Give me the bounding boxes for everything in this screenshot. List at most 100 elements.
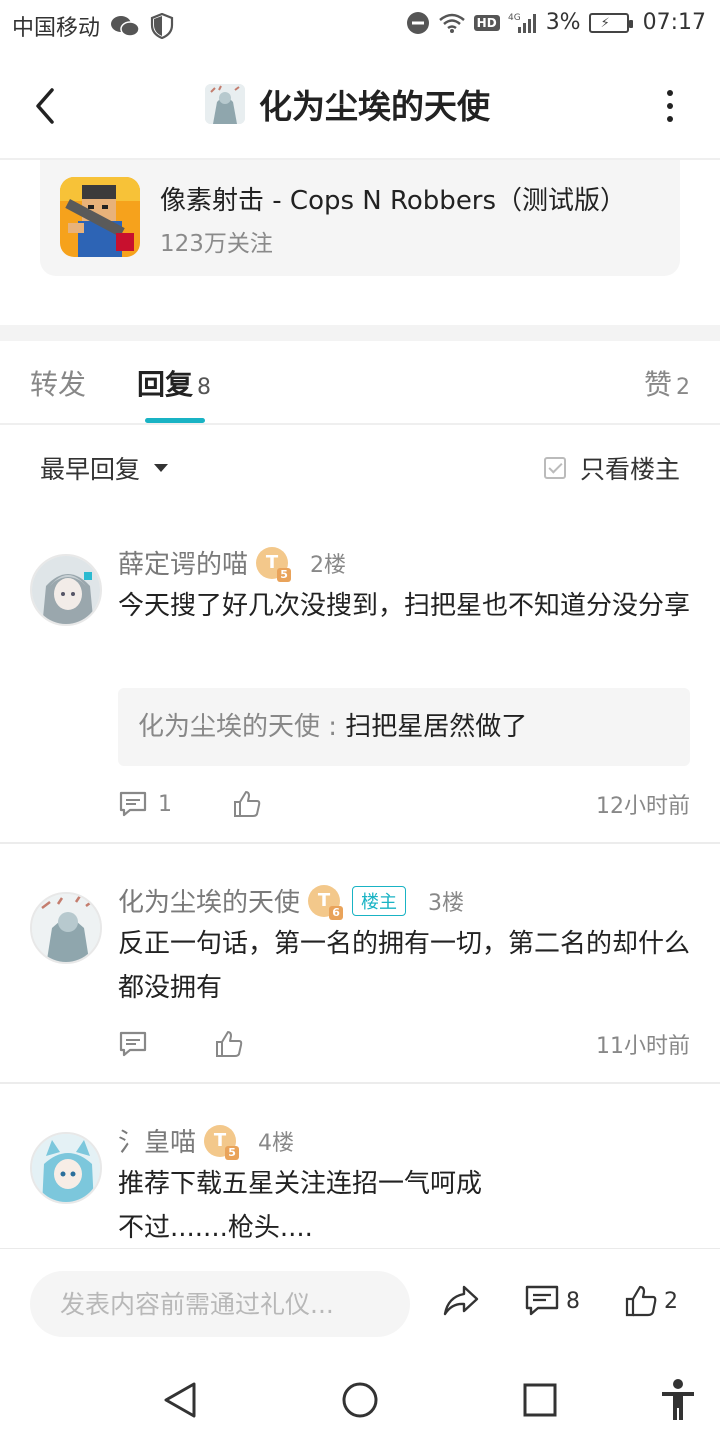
username[interactable]: 化为尘埃的天使 <box>118 882 300 919</box>
comment-item: 化为尘埃的天使 T6 楼主 3楼 反正一句话，第一名的拥有一切，第二名的却什么都… <box>0 878 720 1082</box>
carrier-label: 中国移动 <box>12 16 101 41</box>
comment-actions: 11小时前 <box>118 1024 690 1064</box>
triangle-back-icon <box>164 1382 196 1418</box>
circle-home-icon <box>342 1382 378 1418</box>
comment-icon <box>525 1285 559 1316</box>
accessibility-icon <box>662 1379 694 1420</box>
author-avatar[interactable] <box>205 84 245 124</box>
svg-text:4G: 4G <box>508 13 521 23</box>
like-post-button[interactable]: 2 <box>624 1284 678 1318</box>
comment-text: 反正一句话，第一名的拥有一切，第二名的却什么都没拥有 <box>118 929 691 1003</box>
reply-count: 8 <box>566 1288 580 1314</box>
nav-back-button[interactable] <box>158 1378 202 1422</box>
tab-repost[interactable]: 转发 <box>30 363 86 403</box>
comment-header: 氵皇喵 T5 4楼 <box>118 1122 295 1160</box>
system-navigation-bar <box>0 1360 720 1440</box>
caret-down-icon <box>154 464 169 472</box>
thumbs-up-icon <box>625 1285 657 1317</box>
nav-recents-button[interactable] <box>518 1378 562 1422</box>
comment-header: 薛定谔的喵 T5 2楼 <box>118 544 347 582</box>
reply-button[interactable]: 1 <box>118 790 172 818</box>
top-app-bar: 化为尘埃的天使 <box>0 56 720 156</box>
level-badge: T6 <box>308 884 344 920</box>
more-options-button[interactable] <box>660 86 680 126</box>
more-vertical-icon <box>667 89 673 96</box>
reply-count: 1 <box>158 791 172 817</box>
avatar[interactable] <box>30 554 102 626</box>
divider <box>0 842 720 844</box>
tab-count: 2 <box>676 375 690 400</box>
tab-label: 赞 <box>643 368 672 401</box>
tab-label: 回复 <box>137 368 194 401</box>
comment-icon <box>119 791 147 817</box>
game-card[interactable]: 像素射击 - Cops N Robbers（测试版） 123万关注 <box>40 160 680 276</box>
timestamp: 11小时前 <box>596 1034 690 1059</box>
thumbs-up-icon <box>216 1031 243 1057</box>
wifi-icon <box>438 12 466 34</box>
quoted-text: 扫把星居然做了 <box>345 712 528 742</box>
comment-item: 薛定谔的喵 T5 2楼 今天搜了好几次没搜到，扫把星也不知道分没分享 化为尘埃的… <box>0 540 720 842</box>
tab-likes[interactable]: 赞2 <box>644 363 690 403</box>
status-bar: 中国移动 HD 4G 3% ⚡ 07:17 <box>0 0 720 50</box>
avatar[interactable] <box>30 892 102 964</box>
tab-bar: 转发 回复 8 赞2 <box>0 341 720 425</box>
title-area: 化为尘埃的天使 <box>205 80 490 128</box>
battery-percent: 3% <box>545 10 581 35</box>
game-name: 像素射击 - Cops N Robbers（测试版） <box>160 186 627 216</box>
comment-item: 氵皇喵 T5 4楼 推荐下载五星关注连招一气呵成 不过.......枪头.... <box>0 1118 720 1248</box>
game-app-icon <box>60 177 140 257</box>
square-recents-icon <box>523 1383 557 1417</box>
nav-home-button[interactable] <box>338 1378 382 1422</box>
tab-replies[interactable]: 回复 8 <box>137 363 211 403</box>
like-button[interactable] <box>214 1029 244 1059</box>
comment-text: 今天搜了好几次没搜到，扫把星也不知道分没分享 <box>118 591 691 621</box>
comment-icon <box>119 1031 147 1057</box>
avatar[interactable] <box>30 1132 102 1204</box>
floor-number: 2楼 <box>310 552 347 578</box>
level-badge: T5 <box>256 546 292 582</box>
like-button[interactable] <box>232 789 262 819</box>
only-op-label: 只看楼主 <box>579 455 680 484</box>
active-tab-indicator <box>145 418 205 423</box>
hd-badge: HD <box>473 14 500 31</box>
op-badge: 楼主 <box>352 885 407 916</box>
back-button[interactable] <box>24 82 64 130</box>
sort-label: 最早回复 <box>40 455 141 484</box>
share-icon <box>443 1285 479 1316</box>
sort-dropdown[interactable]: 最早回复 <box>40 450 169 486</box>
username[interactable]: 氵皇喵 <box>118 1122 196 1159</box>
reply-button[interactable] <box>118 1030 148 1058</box>
divider <box>0 1082 720 1084</box>
battery-icon: ⚡ <box>588 12 633 33</box>
checkbox-icon[interactable] <box>543 457 566 479</box>
thumbs-up-icon <box>234 791 261 817</box>
quoted-username: 化为尘埃的天使 : <box>138 712 346 742</box>
chevron-left-icon <box>36 88 54 124</box>
comment-text: 推荐下载五星关注连招一气呵成 不过.......枪头.... <box>118 1162 693 1248</box>
share-button[interactable] <box>442 1284 480 1318</box>
wechat-icon <box>110 14 140 38</box>
shield-icon <box>150 13 174 39</box>
accessibility-button[interactable] <box>656 1378 700 1422</box>
comment-actions: 1 12小时前 <box>118 784 690 824</box>
section-separator <box>0 325 720 341</box>
floor-number: 3楼 <box>428 890 465 916</box>
tab-count: 8 <box>197 375 212 400</box>
timestamp: 12小时前 <box>596 794 690 819</box>
quoted-reply[interactable]: 化为尘埃的天使 : 扫把星居然做了 <box>118 688 690 766</box>
like-count: 2 <box>664 1288 678 1314</box>
only-op-toggle[interactable]: 只看楼主 <box>543 450 680 486</box>
username[interactable]: 薛定谔的喵 <box>118 544 248 581</box>
comment-header: 化为尘埃的天使 T6 楼主 3楼 <box>118 882 465 920</box>
game-followers: 123万关注 <box>160 231 273 257</box>
bottom-action-bar: 8 2 <box>0 1248 720 1360</box>
tab-label: 转发 <box>30 368 87 401</box>
do-not-disturb-icon <box>406 11 430 35</box>
replies-button[interactable]: 8 <box>524 1284 580 1318</box>
clock: 07:17 <box>642 10 706 35</box>
comment-line: 不过.......枪头.... <box>118 1213 313 1243</box>
level-badge: T5 <box>204 1124 240 1160</box>
signal-icon: 4G <box>508 11 538 35</box>
floor-number: 4楼 <box>258 1130 295 1156</box>
comment-input[interactable] <box>30 1271 410 1337</box>
